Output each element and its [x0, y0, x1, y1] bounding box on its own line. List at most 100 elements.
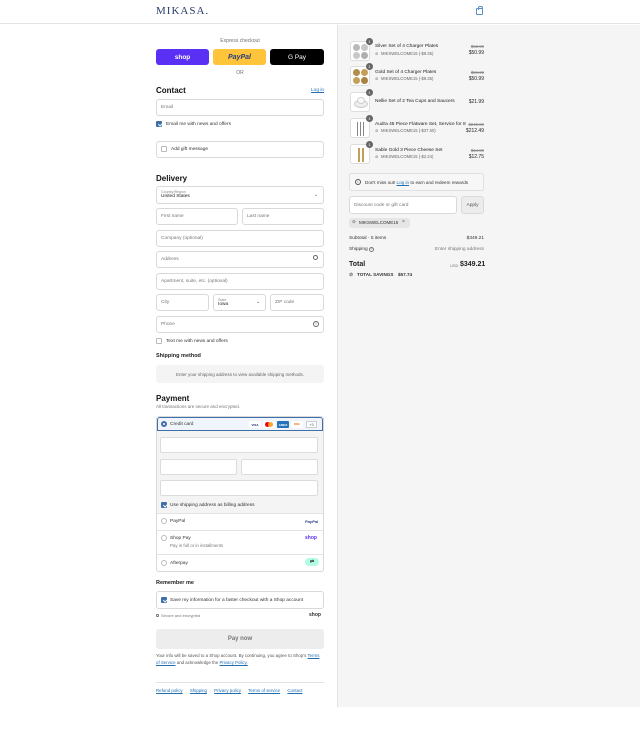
shipping-label: Shipping: [349, 247, 368, 252]
shop-pay-button[interactable]: shop: [156, 49, 209, 65]
discount-code-field[interactable]: Discount code or gift card: [349, 196, 457, 214]
company-field[interactable]: Company (optional): [156, 230, 324, 247]
shoppay-radio[interactable]: [161, 535, 167, 541]
paypal-button[interactable]: PayPal: [213, 49, 266, 65]
quantity-badge: 1: [366, 115, 373, 122]
item-name: Gold Set of 4 Charger Plates: [375, 70, 437, 75]
rewards-text: Don't miss out! Log in to earn and redee…: [365, 180, 468, 185]
shop-logo: shop: [309, 612, 321, 618]
contact-link[interactable]: Contact: [287, 688, 302, 693]
currency-label: USD: [450, 263, 459, 268]
expiration-field[interactable]: [160, 459, 237, 475]
item-price: $50.99: [468, 76, 484, 82]
mastercard-icon: [263, 421, 275, 428]
divider: [157, 513, 323, 514]
item-discount: MIKSWELCOME15 (-$9.35): [381, 76, 434, 81]
shoppay-sublabel: Pay in full or in installments: [170, 543, 224, 548]
brand-logo[interactable]: MIKASA.: [156, 5, 209, 17]
paypal-radio[interactable]: [161, 518, 167, 524]
delivery-heading: Delivery: [156, 174, 188, 183]
city-field[interactable]: City: [156, 294, 209, 311]
gift-message-checkbox[interactable]: [161, 146, 167, 152]
pay-now-button[interactable]: Pay now: [156, 629, 324, 649]
divider: [157, 554, 323, 555]
item-original-price: $62.99: [470, 44, 484, 49]
help-icon[interactable]: ?: [313, 321, 319, 327]
privacy-link[interactable]: Privacy Policy.: [220, 660, 248, 665]
text-news-label: Text me with news and offers: [166, 339, 228, 344]
item-price: $50.99: [468, 50, 484, 56]
security-code-field[interactable]: [241, 459, 318, 475]
chevron-down-icon: ⌄: [314, 192, 319, 198]
cart-icon[interactable]: [476, 6, 483, 15]
email-news-checkbox[interactable]: [156, 121, 162, 127]
item-price: $12.75: [468, 154, 484, 160]
shipping-value: Enter shipping address: [434, 247, 484, 252]
afterpay-icon: ⇄: [305, 558, 319, 566]
apply-button[interactable]: Apply: [461, 196, 484, 214]
discover-icon: DISC: [291, 421, 303, 428]
item-name: Nellie Set of 2 Tea Cups and Saucers: [375, 99, 455, 104]
total-label: Total: [349, 261, 366, 268]
item-original-price: $249.99: [468, 122, 484, 127]
lock-icon: [156, 614, 159, 617]
help-icon[interactable]: ?: [369, 247, 374, 252]
card-number-field[interactable]: [160, 437, 318, 453]
save-info-checkbox[interactable]: [161, 597, 167, 603]
zip-field[interactable]: ZIP code: [270, 294, 324, 311]
express-checkout-label: Express checkout: [220, 38, 260, 44]
login-link[interactable]: Log in: [311, 88, 324, 93]
save-info-label: Save my information for a faster checkou…: [170, 598, 304, 603]
terms-of-service-link[interactable]: Terms of service: [248, 688, 280, 693]
subtotal-label: Subtotal · 5 items: [349, 236, 387, 241]
afterpay-radio[interactable]: [161, 560, 167, 566]
tag-icon: ⊘: [352, 219, 356, 224]
shipping-method-message: Enter your shipping address to view avai…: [156, 365, 324, 383]
or-divider: OR: [236, 70, 244, 76]
item-name: Sable Gold 3 Piece Cheese Set: [375, 148, 443, 153]
name-on-card-field[interactable]: [160, 480, 318, 496]
item-name: Silver Set of 4 Charger Plates: [375, 44, 439, 49]
shipping-link[interactable]: Shipping: [190, 688, 207, 693]
item-price: $21.99: [468, 99, 484, 105]
info-icon: i: [355, 179, 361, 185]
consent-text-1: Your info will be saved to a Shop accoun…: [156, 653, 307, 658]
shipping-method-heading: Shipping method: [156, 353, 201, 359]
item-price: $212.49: [465, 128, 484, 134]
total-savings-value: $57.74: [398, 272, 413, 277]
remember-me-heading: Remember me: [156, 580, 194, 586]
shoppay-option-label[interactable]: Shop Pay: [170, 536, 191, 541]
footer-divider: [156, 682, 324, 683]
refund-policy-link[interactable]: Refund policy: [156, 688, 183, 693]
address-field[interactable]: Address: [156, 251, 324, 268]
privacy-policy-link[interactable]: Privacy policy: [214, 688, 241, 693]
first-name-field[interactable]: First name: [156, 208, 238, 225]
country-select[interactable]: Country/Region United States: [156, 186, 324, 204]
last-name-field[interactable]: Last name: [242, 208, 324, 225]
rewards-suffix: to earn and redeem rewards: [410, 180, 469, 185]
item-name: Audra 45 Piece Flatware Set, Service for…: [375, 122, 466, 127]
credit-card-label: Credit card: [170, 422, 194, 427]
phone-field[interactable]: Phone: [156, 316, 324, 333]
visa-icon: VISA: [249, 421, 261, 428]
tag-icon: ⊘: [375, 51, 379, 56]
rewards-login-link[interactable]: Log in: [397, 180, 410, 185]
total-savings-label: TOTAL SAVINGS: [357, 272, 394, 277]
total-value: $349.21: [460, 261, 486, 268]
afterpay-option-label[interactable]: Afterpay: [170, 561, 188, 566]
apartment-field[interactable]: Apartment, suite, etc. (optional): [156, 273, 324, 290]
email-field[interactable]: Email: [156, 99, 324, 116]
divider: [157, 530, 323, 531]
billing-same-label: Use shipping address as billing address: [170, 503, 255, 508]
credit-card-radio[interactable]: [161, 421, 167, 427]
google-pay-button[interactable]: G Pay: [270, 49, 324, 65]
billing-same-checkbox[interactable]: [161, 502, 167, 508]
site-header: MIKASA.: [0, 0, 640, 24]
item-original-price: $59.99: [470, 70, 484, 75]
paypal-option-label[interactable]: PayPal: [170, 519, 185, 524]
tag-icon: ⊘: [375, 76, 379, 81]
close-icon[interactable]: ×: [402, 219, 405, 225]
text-news-checkbox[interactable]: [156, 338, 162, 344]
item-discount: MIKSWELCOME15 (-$2.24): [381, 154, 434, 159]
consent-text: Your info will be saved to a Shop accoun…: [156, 653, 324, 666]
